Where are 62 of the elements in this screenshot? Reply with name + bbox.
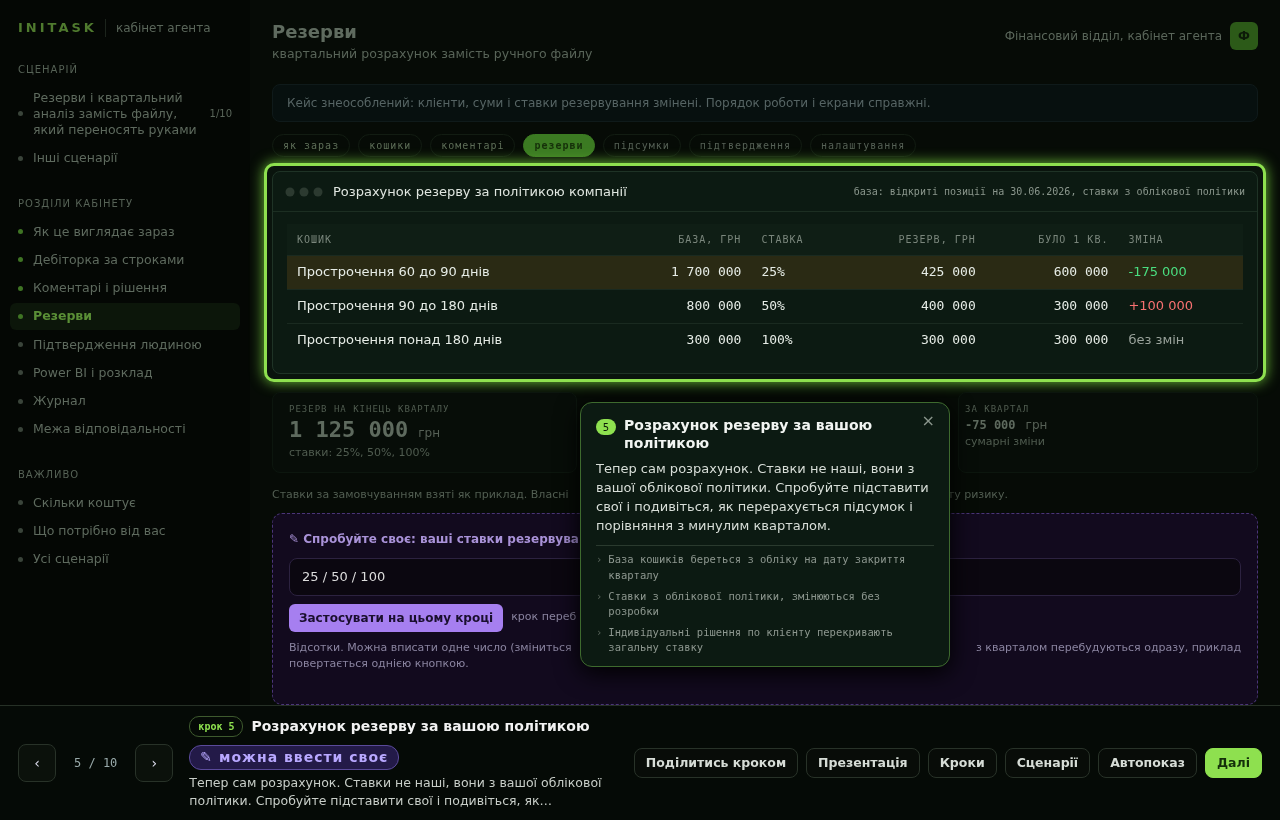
change-value: -175 000 (1128, 264, 1187, 280)
page-subtitle: квартальний розрахунок замість ручного файлу (272, 45, 593, 63)
summary-value: 1 125 000 (289, 416, 409, 445)
change-value: +100 000 (1128, 298, 1194, 314)
summary-value: -75 000 (965, 418, 1016, 434)
section-heading: СЦЕНАРІЙ (18, 62, 79, 77)
bullet-marker: › (596, 588, 603, 604)
column-header: СТАВКА (751, 224, 843, 256)
bullet-marker: › (596, 552, 603, 568)
table-cell: 300 000 (985, 323, 1119, 357)
column-header: КОШИК (287, 224, 619, 256)
hint-text: з кварталом перебудуються одразу, приклад (975, 639, 1241, 656)
bullet-marker: › (596, 625, 603, 641)
column-header: БУЛО 1 КВ. (985, 224, 1119, 256)
step-counter: 5 / 10 (74, 755, 118, 772)
table-cell: 600 000 (985, 255, 1119, 290)
hint-text: повертається однією кнопкою. (289, 656, 470, 672)
table-cell: Прострочення 90 до 180 днів (287, 289, 619, 324)
apply-note: крок переб (511, 609, 577, 626)
card-title: Розрахунок резерву за політикою компанії (333, 182, 627, 201)
bullet-text: Індивідуальні рішення по клієнту перекривають загальну ставку (608, 625, 894, 656)
card-note: база: відкриті позиції на 30.06.2026, ставки з облікової політики (853, 185, 1245, 199)
step-count: 1/10 (209, 107, 232, 121)
column-header: БАЗА, ГРН (618, 224, 752, 256)
section-heading: РОЗДІЛИ КАБІНЕТУ (18, 196, 135, 211)
editable-tag: ✎ можна ввести своє (189, 744, 400, 770)
summary-note: ставки: 25%, 50%, 100% (289, 445, 431, 461)
summary-note: сумарні зміни (965, 434, 1046, 451)
table-cell: 300 000 (618, 323, 752, 357)
hint-text: Відсотки. Можна вписати одне число (зміниться (289, 639, 572, 656)
summary-label: ЗА КВАРТАЛ (965, 402, 1031, 416)
table-cell: Прострочення 60 до 90 днів (287, 255, 619, 290)
change-value: без змін (1128, 332, 1185, 348)
account-name: Фінансовий відділ, кабінет агента (1004, 28, 1222, 45)
table-cell: 100% (751, 323, 843, 357)
table-cell: Прострочення понад 180 днів (287, 323, 619, 357)
page-title: Резерви (272, 20, 358, 44)
footnote-text: Ставки за замовчуванням взяті як приклад. Власні (272, 486, 569, 503)
table-cell: 25% (751, 255, 843, 290)
brand-subtitle: кабінет агента (104, 18, 211, 37)
unit-label: грн (1025, 417, 1048, 435)
step-description: Тепер сам розрахунок. Ставки не наші, вони з вашої облікової політики. Спробуйте підставити свої і подивіться, як… (189, 773, 603, 810)
column-header: РЕЗЕРВ, ГРН (842, 224, 986, 256)
table-cell: 800 000 (618, 289, 752, 324)
table-cell: 425 000 (842, 255, 986, 290)
step-number-badge: 5 (596, 419, 616, 435)
table-cell: 50% (751, 289, 843, 324)
bullet-text: База кошиків береться з обліку на дату закриття кварталу (608, 552, 907, 583)
summary-label: РЕЗЕРВ НА КІНЕЦЬ КВАРТАЛУ (289, 402, 451, 416)
unit-label: грн (418, 425, 440, 443)
table-cell: 400 000 (842, 289, 986, 324)
try-title: ✎ Спробуйте своє: ваші ставки резервува (289, 532, 579, 546)
step-title: Розрахунок резерву за вашою політикою (251, 716, 590, 736)
table-cell: 1 700 000 (618, 255, 752, 290)
popover-text: Тепер сам розрахунок. Ставки не наші, вони з вашої облікової політики. Спробуйте підставити свої і подивіться, як перерахується підсумок і порівняння з минулим кварталом. (596, 460, 934, 547)
column-header: ЗМІНА (1118, 224, 1243, 256)
table-cell: 300 000 (842, 323, 986, 357)
section-heading: ВАЖЛИВО (18, 467, 81, 482)
bullet-text: Ставки з облікової політики, змінюються без розробки (608, 588, 882, 620)
table-cell: 300 000 (985, 289, 1119, 324)
step-badge: крок 5 (189, 715, 244, 737)
popover-title: Розрахунок резерву за вашою політикою (624, 417, 874, 452)
